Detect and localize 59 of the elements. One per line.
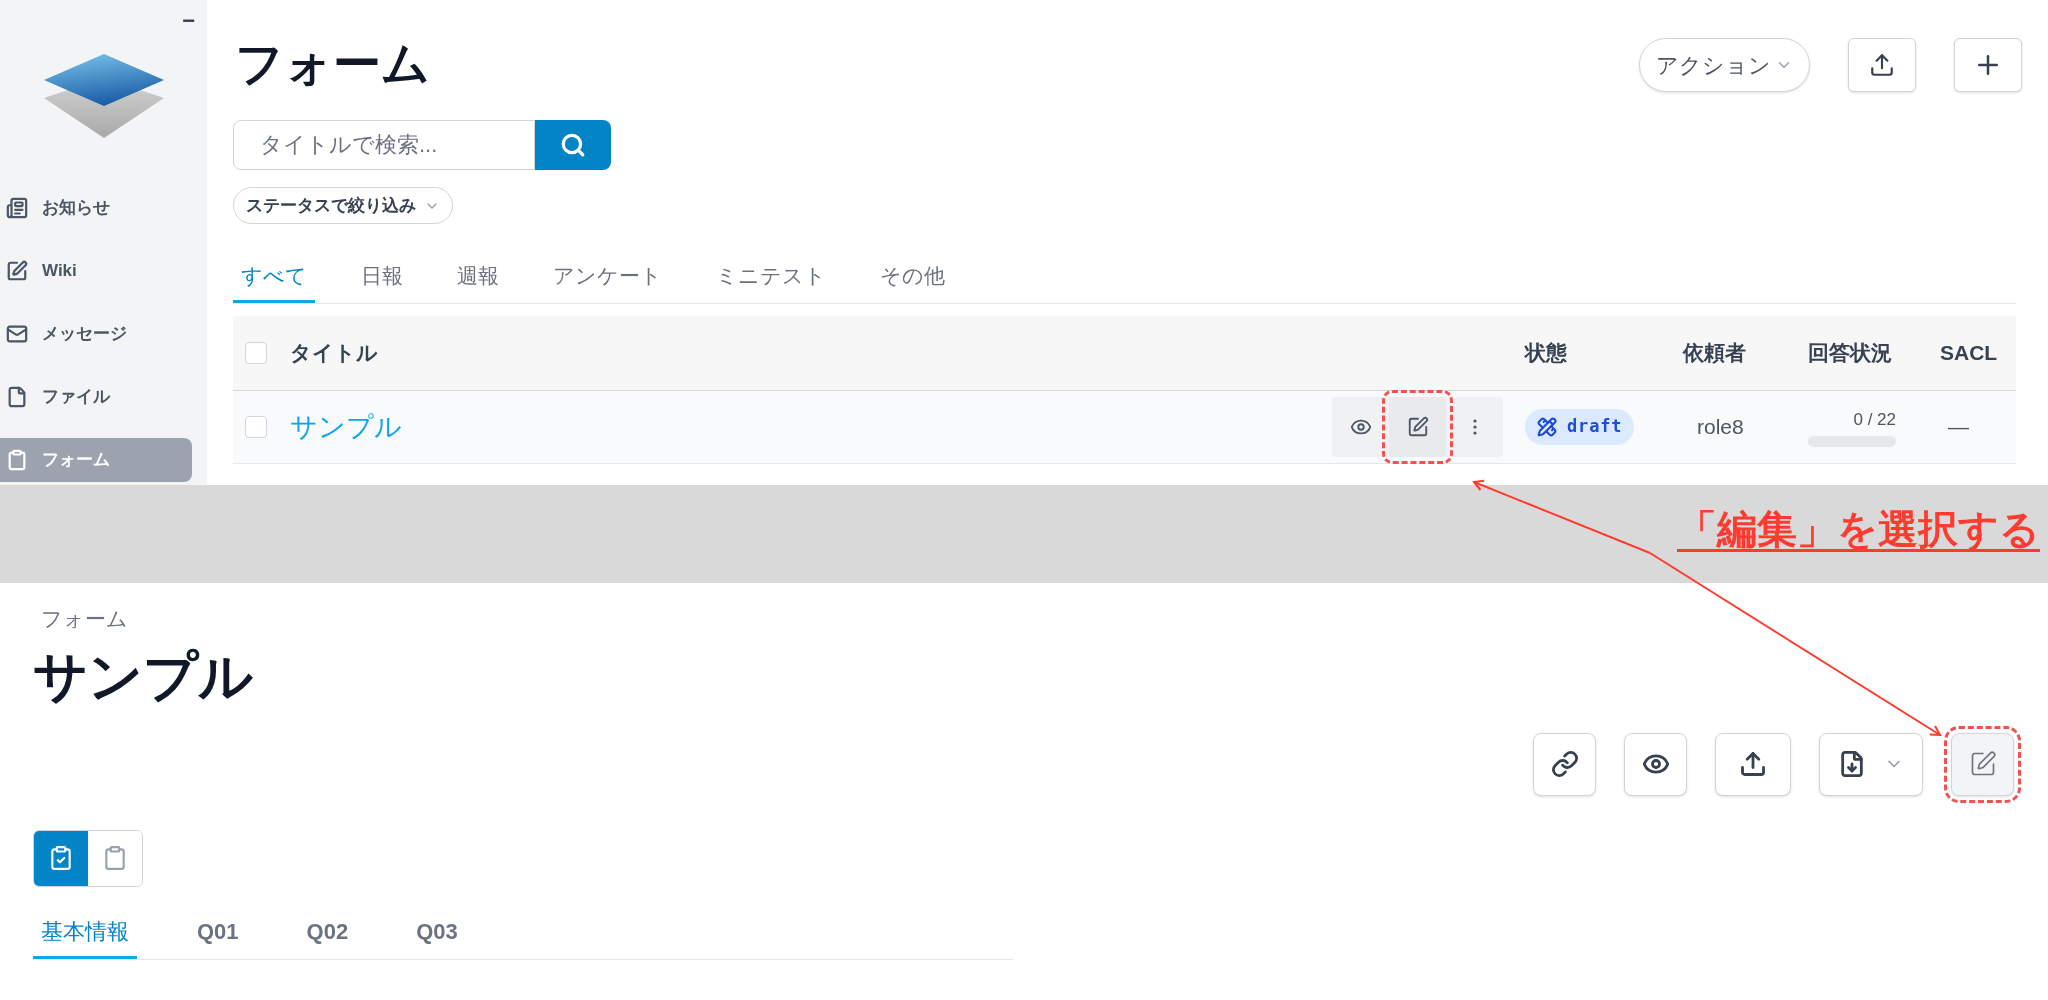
sidebar-item[interactable]: メッセージ	[0, 312, 192, 356]
checkbox[interactable]	[245, 416, 267, 438]
response-count: 0 / 22	[1852, 408, 1896, 431]
search-icon	[560, 132, 586, 158]
search-field[interactable]: タイトルで検索...	[233, 120, 535, 170]
annotation-text: 「編集」を選択する	[1676, 506, 2040, 553]
file-icon	[6, 386, 28, 408]
link-button[interactable]	[1533, 732, 1596, 796]
tab[interactable]: 日報	[353, 251, 411, 303]
checkbox[interactable]	[245, 342, 267, 364]
page-title: フォーム	[235, 36, 430, 92]
search-button[interactable]	[535, 120, 611, 170]
view-button[interactable]	[1624, 732, 1687, 796]
breadcrumb[interactable]: フォーム	[41, 603, 2014, 635]
column-header: 回答状況	[1808, 340, 1893, 367]
sacl-text: —	[1947, 414, 1970, 441]
tab[interactable]: 基本情報	[33, 906, 137, 959]
tab[interactable]: Q03	[408, 906, 466, 959]
edit-button[interactable]	[1389, 397, 1446, 457]
sidebar-item[interactable]: お知らせ	[0, 186, 192, 230]
form-title: サンプル	[33, 644, 254, 708]
upload-icon	[1739, 750, 1767, 778]
status-filter-dropdown[interactable]: ステータスで絞り込み	[233, 187, 453, 224]
more-icon	[1472, 419, 1477, 435]
upload-button[interactable]	[1848, 38, 1916, 92]
download-dropdown[interactable]	[1819, 732, 1923, 796]
add-button[interactable]	[1954, 38, 2022, 92]
tab[interactable]: Q01	[189, 906, 247, 959]
column-header: タイトル	[290, 340, 378, 367]
file-download-icon	[1838, 750, 1866, 778]
edit-icon	[6, 260, 28, 282]
tab[interactable]: ミニテスト	[708, 251, 834, 303]
tab[interactable]: すべて	[233, 251, 315, 303]
sidebar-item[interactable]: ファイル	[0, 375, 192, 419]
column-header: SACL	[1940, 340, 1999, 367]
minimize-button[interactable]: −	[182, 10, 195, 32]
tab[interactable]: Q02	[298, 906, 357, 959]
view-toggle-button[interactable]	[34, 830, 88, 886]
upload-button[interactable]	[1715, 732, 1791, 796]
tab[interactable]: その他	[872, 251, 953, 303]
tab[interactable]: アンケート	[545, 251, 670, 303]
sidebar-item[interactable]: Wiki	[0, 249, 192, 293]
clipboard-check-icon	[48, 845, 74, 871]
envelope-icon	[6, 323, 28, 345]
tab[interactable]: 週報	[449, 251, 507, 303]
edit-icon	[1406, 416, 1429, 438]
column-header: 依頼者	[1683, 340, 1747, 367]
column-header: 状態	[1525, 340, 1568, 367]
clipboard-icon	[102, 845, 128, 871]
action-dropdown[interactable]: アクション	[1639, 38, 1810, 92]
upload-icon	[1869, 52, 1895, 78]
link-icon	[1550, 750, 1579, 778]
requester-text: role8	[1696, 414, 1745, 441]
status-badge: draft	[1525, 409, 1635, 445]
sidebar-item[interactable]: フォーム	[0, 438, 192, 482]
pencil-ruler-icon	[1537, 417, 1557, 437]
newspaper-icon	[6, 197, 28, 219]
form-title-link[interactable]: サンプル	[290, 406, 402, 448]
clipboard-icon	[6, 449, 28, 471]
